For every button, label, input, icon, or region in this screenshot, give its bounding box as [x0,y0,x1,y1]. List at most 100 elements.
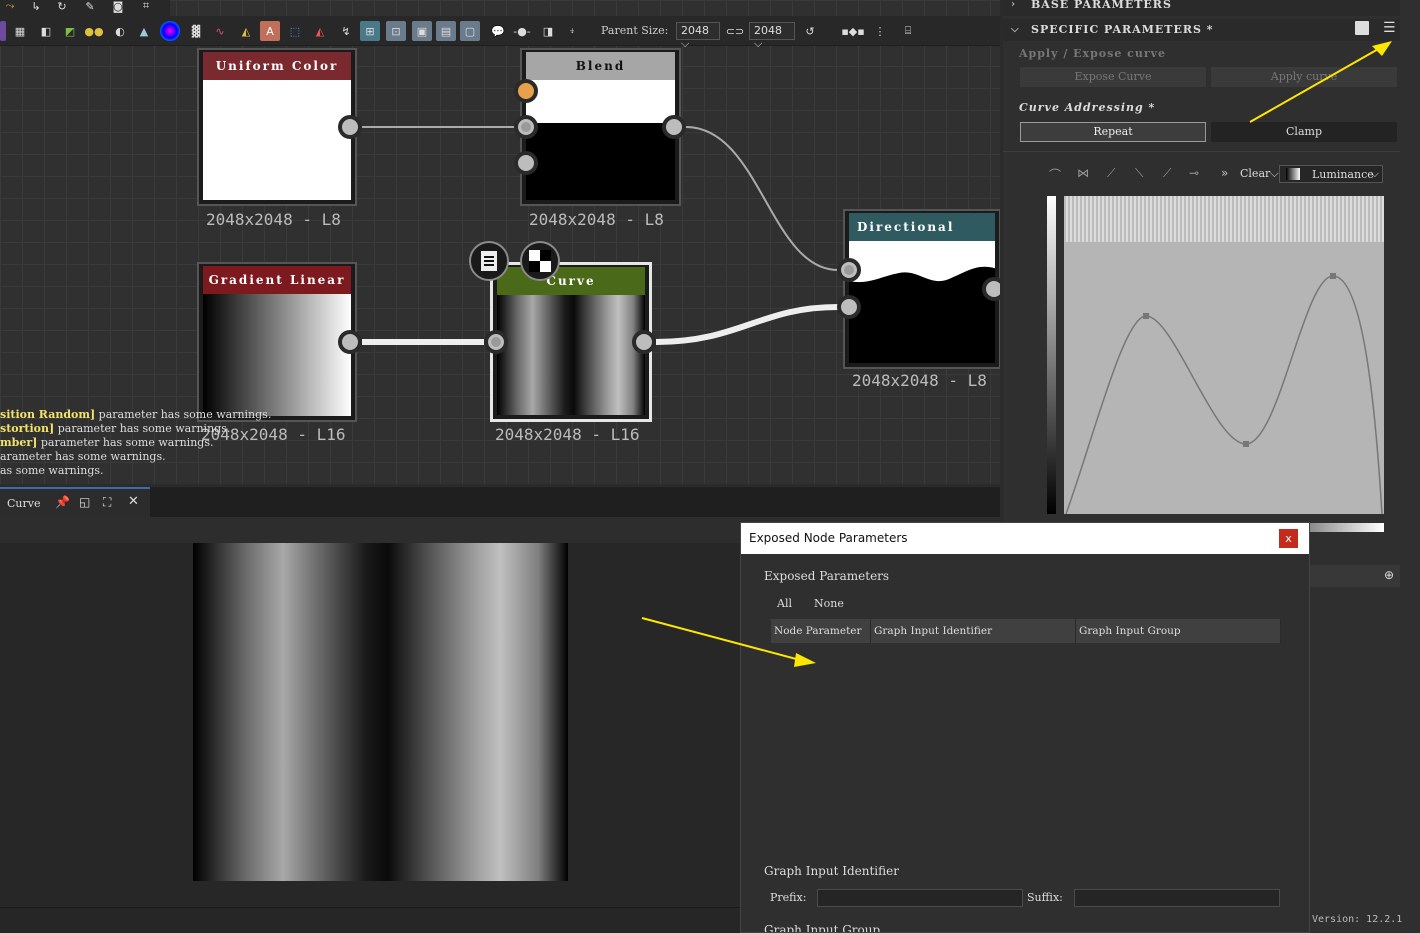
histogram-icon[interactable]: ▲ [134,21,154,41]
expand-icon[interactable]: » [1221,166,1228,180]
clamp-button[interactable]: Clamp [1211,122,1397,142]
add-node-icon[interactable]: ◧ [36,21,56,41]
output-port[interactable] [338,330,362,354]
node-directional-warp[interactable]: Directional Warp [843,209,1000,369]
level-node-icon[interactable]: ◐ [110,21,130,41]
exposed-node-parameters-dialog: Exposed Node Parameters x Exposed Parame… [740,522,1310,933]
document-badge-icon[interactable] [469,241,509,281]
dot-icon[interactable]: -●- [512,21,532,41]
dialog-title-bar[interactable]: Exposed Node Parameters [741,523,1309,554]
curve-ease-in-icon[interactable]: ⟍ [1135,166,1143,181]
channel-select[interactable]: Luminance ⌵ [1279,165,1383,183]
add-icon[interactable]: ⊕ [1384,568,1394,582]
color-wheel-icon[interactable] [160,21,180,41]
warp-node-icon[interactable]: ◭ [236,21,256,41]
tab-curve[interactable]: Curve 📌 ◱ ⛶ ✕ [0,487,150,517]
fill-icon[interactable]: ◭ [310,21,330,41]
node-resolution: 2048x2048 - L8 [852,371,987,390]
node-resolution: 2048x2048 - L8 [529,210,664,229]
pin-icon[interactable]: 📌 [55,495,70,509]
parent-size-select[interactable]: 2048 ⌵ [676,22,720,50]
curve-smooth-icon[interactable]: ⋈ [1077,166,1089,180]
node-blend[interactable]: Blend [520,48,681,206]
frame-output-icon[interactable]: ◨ [538,21,558,41]
select-none-link[interactable]: None [814,597,844,610]
clear-dropdown[interactable]: Clear⌵ [1240,167,1279,181]
pin-icon[interactable]: ⍖ [562,21,582,41]
curve-step-icon[interactable]: ⟋ [1107,166,1115,181]
column-node-parameter[interactable]: Node Parameter [771,619,871,643]
texture-preview[interactable] [193,543,568,881]
column-graph-input-group[interactable]: Graph Input Group [1076,619,1281,643]
menu-icon[interactable]: ☰ [1383,20,1396,36]
specific-parameters-header[interactable]: ⌵ SPECIFIC PARAMETERS * [1003,19,1400,41]
link-icon[interactable]: ⊂⊃ [725,21,745,41]
prefix-label: Prefix: [770,891,807,904]
curve-flat-icon[interactable]: ⊸ [1189,166,1199,180]
frame-node-icon[interactable]: ▣ [412,21,432,41]
rotate-tool-icon[interactable]: ↻ [52,0,72,16]
frame-icon[interactable]: ◙ [108,0,128,16]
maximize-icon[interactable]: ⛶ [103,495,111,510]
align-vertical-icon[interactable]: ⋮ [870,21,890,41]
comment-node-icon[interactable]: ▤ [436,21,456,41]
pixel-processor-icon[interactable]: ⊞ [360,21,380,41]
expose-curve-button[interactable]: Expose Curve [1020,67,1206,87]
repeat-button[interactable]: Repeat [1020,122,1206,142]
output-port[interactable] [338,115,362,139]
transform-icon[interactable]: ⬚ [285,21,305,41]
grid-nodes-icon[interactable]: ▦ [10,21,30,41]
node-uniform-color[interactable]: Uniform Color [197,48,357,206]
atomic-nodes-icon[interactable] [0,21,6,41]
node-gradient-linear[interactable]: Gradient Linear 1 [197,262,357,422]
close-button[interactable]: x [1279,529,1298,548]
connect-tool-icon[interactable]: ⤳ [0,0,20,16]
vector-icon[interactable]: ⊡ [386,21,406,41]
input-port-background[interactable] [514,115,538,139]
noise-icon[interactable]: ▓ [186,21,206,41]
luminance-swatch-icon [1286,168,1300,180]
close-icon[interactable]: ✕ [128,494,139,509]
input-port[interactable] [837,258,861,282]
collapsed-section-header[interactable]: ⊕ [1310,565,1400,587]
comment-icon[interactable]: 💬 [488,21,508,41]
column-graph-input-identifier[interactable]: Graph Input Identifier [871,619,1076,643]
align-horizontal-icon[interactable]: ▪◆▪ [841,21,864,41]
node-curve[interactable]: Curve [490,262,652,422]
float-icon[interactable]: ◱ [79,495,90,509]
input-port[interactable] [484,330,508,354]
distribute-icon[interactable]: ⌸ [898,21,918,41]
wrench-icon[interactable]: ✎ [80,0,100,16]
size-select[interactable]: 2048 ⌵ [749,22,795,50]
apply-curve-button[interactable]: Apply curve [1211,67,1397,87]
blend-node-icon[interactable]: ●● [84,21,104,41]
curve-line [1065,273,1383,514]
base-parameters-header[interactable]: › BASE PARAMETERS [1003,0,1400,16]
node-graph-canvas[interactable]: ⤳ ↳ ↻ ✎ ◙ ⌗ ▦ ◧ ◩ ●● ◐ ▲ ▓ ∿ ◭ A ⬚ ◭ ↯ ⊞… [0,0,1000,484]
select-all-link[interactable]: All [777,597,792,610]
output-port[interactable] [662,115,686,139]
output-port[interactable] [982,277,1000,301]
pin-node-icon[interactable]: ▢ [460,21,480,41]
input-port-foreground[interactable] [514,79,538,103]
warning-text: parameter has some warnings. [54,422,231,435]
curve-linear-icon[interactable]: ⌒ [1049,166,1061,183]
curve-ease-out-icon[interactable]: ⟋ [1163,166,1171,181]
text-node-icon[interactable]: A [260,21,280,41]
curve-node-icon[interactable]: ∿ [210,21,230,41]
checker-badge-icon[interactable] [520,241,560,281]
expose-icon[interactable] [1355,21,1369,35]
prefix-input[interactable] [817,889,1023,907]
output-port[interactable] [632,330,656,354]
graph-input-group-heading: Graph Input Group [764,923,881,933]
curve-graph[interactable] [1064,196,1384,514]
suffix-input[interactable] [1074,889,1280,907]
reset-icon[interactable]: ↺ [800,21,820,41]
crop-icon[interactable]: ⌗ [136,0,156,16]
fx-map-icon[interactable]: ↯ [336,21,356,41]
divider [1003,151,1400,152]
input-port-mask[interactable] [514,151,538,175]
intensity-input-port[interactable] [837,295,861,319]
branch-tool-icon[interactable]: ↳ [26,0,46,16]
color-node-icon[interactable]: ◩ [60,21,80,41]
